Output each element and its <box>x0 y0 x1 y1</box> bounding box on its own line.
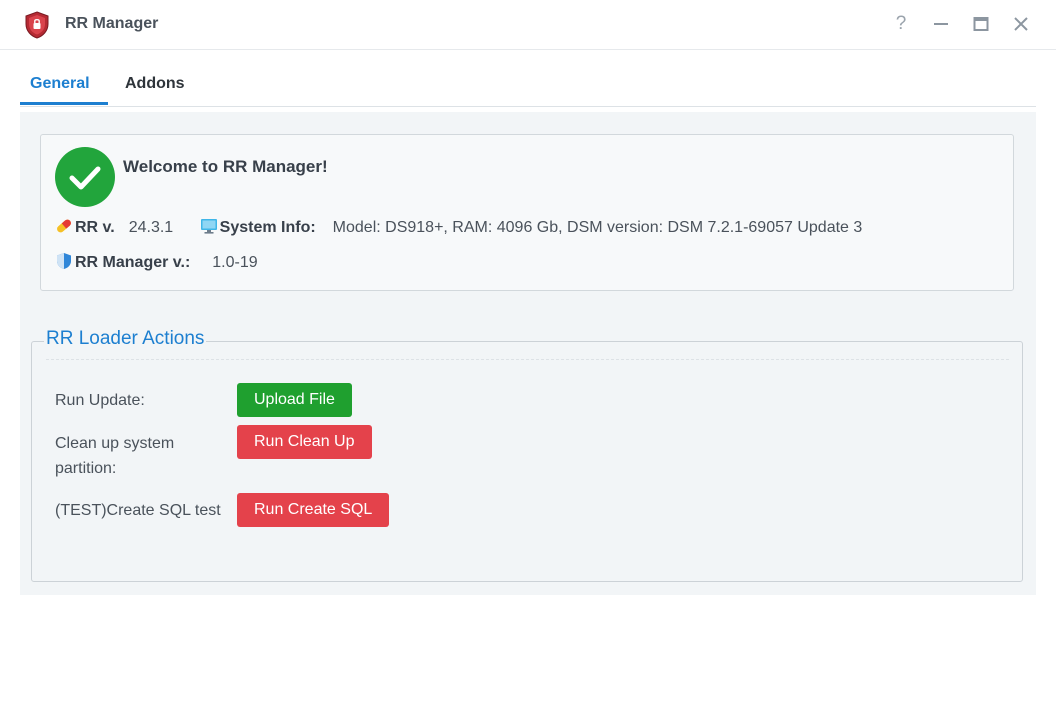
shield-app-icon <box>25 11 49 39</box>
rr-manager-window: RR Manager ? General Addons Welcome to R… <box>0 0 1056 711</box>
maximize-icon[interactable] <box>970 13 992 35</box>
actions-legend: RR Loader Actions <box>44 328 207 350</box>
welcome-panel: Welcome to RR Manager! RR v. 24.3.1 Syste… <box>40 134 1014 291</box>
rr-version-label: RR v. <box>75 219 115 236</box>
system-info-value: Model: DS918+, RAM: 4096 Gb, DSM version… <box>332 219 863 236</box>
run-clean-up-button[interactable]: Run Clean Up <box>237 425 372 459</box>
checkmark-icon <box>55 147 115 207</box>
pill-icon <box>57 219 71 233</box>
help-icon[interactable]: ? <box>890 13 912 35</box>
version-info-row: RR v. 24.3.1 System Info: Model: DS918+, R… <box>55 217 862 237</box>
create-sql-label: (TEST)Create SQL test <box>55 502 221 519</box>
upload-file-button[interactable]: Upload File <box>237 383 352 417</box>
loader-actions-panel: Run Update: Upload File Clean up system … <box>31 341 1023 582</box>
clean-up-label: Clean up system partition: <box>55 435 175 477</box>
tab-bar: General Addons <box>20 60 1036 107</box>
manager-version-value: 1.0-19 <box>212 254 258 271</box>
system-info-label: System Info: <box>219 219 316 236</box>
run-update-label: Run Update: <box>55 392 145 409</box>
general-content: Welcome to RR Manager! RR v. 24.3.1 Syste… <box>20 112 1036 595</box>
tab-addons[interactable]: Addons <box>125 75 185 93</box>
legend-separator <box>46 359 1009 360</box>
manager-version-row: RR Manager v.: 1.0-19 <box>55 252 258 272</box>
tab-general[interactable]: General <box>30 75 90 93</box>
shield-icon <box>57 253 71 269</box>
run-create-sql-button[interactable]: Run Create SQL <box>237 493 390 527</box>
welcome-title: Welcome to RR Manager! <box>123 157 328 176</box>
minimize-icon[interactable] <box>930 13 952 35</box>
active-tab-indicator <box>20 102 108 105</box>
title-bar: RR Manager ? <box>0 0 1056 50</box>
window-title: RR Manager <box>65 15 159 32</box>
rr-version-value: 24.3.1 <box>128 219 174 236</box>
monitor-icon <box>200 219 217 234</box>
close-icon[interactable] <box>1010 13 1032 35</box>
manager-version-label: RR Manager v.: <box>75 254 191 271</box>
